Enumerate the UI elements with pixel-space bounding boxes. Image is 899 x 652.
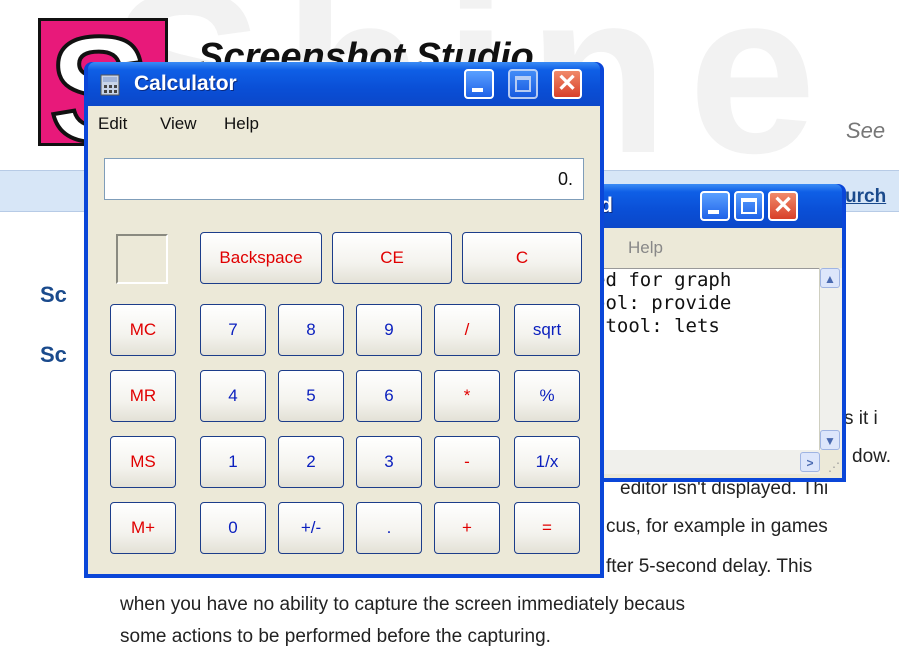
menu-edit[interactable]: Edit	[98, 114, 127, 134]
notepad-text-line: ed for graph	[594, 269, 732, 291]
digit-9-button[interactable]: 9	[356, 304, 422, 356]
notepad-vertical-scrollbar[interactable]: ▲ ▼	[819, 268, 842, 450]
memory-clear-button[interactable]: MC	[110, 304, 176, 356]
digit-5-button[interactable]: 5	[278, 370, 344, 422]
digit-1-button[interactable]: 1	[200, 436, 266, 488]
notepad-text-line: tool: lets	[594, 315, 720, 337]
site-tagline: See	[846, 118, 886, 143]
notepad-close-button[interactable]: ✕	[768, 191, 798, 221]
digit-7-button[interactable]: 7	[200, 304, 266, 356]
notepad-text-line: ool: provide	[594, 292, 732, 314]
maximize-icon	[741, 198, 757, 214]
clear-entry-button[interactable]: CE	[332, 232, 452, 284]
body-text-line: dow.	[852, 446, 892, 467]
close-icon: ✕	[556, 70, 578, 97]
notepad-text-area[interactable]: ed for graph ool: provide tool: lets	[594, 268, 820, 450]
memory-indicator	[116, 234, 168, 284]
memory-store-button[interactable]: MS	[110, 436, 176, 488]
digit-8-button[interactable]: 8	[278, 304, 344, 356]
close-icon: ✕	[772, 192, 794, 219]
notepad-menu-help[interactable]: Help	[628, 238, 663, 258]
clear-button[interactable]: C	[462, 232, 582, 284]
scroll-down-icon[interactable]: ▼	[820, 430, 840, 450]
reciprocal-button[interactable]: 1/x	[514, 436, 580, 488]
calculator-window: Calculator ✕ Edit View Help 0. Backspace…	[84, 62, 604, 578]
body-text-line: fter 5-second delay. This	[606, 556, 813, 577]
scroll-right-icon[interactable]: >	[800, 452, 820, 472]
calculator-maximize-button	[508, 69, 538, 99]
calculator-display: 0.	[104, 158, 584, 200]
digit-2-button[interactable]: 2	[278, 436, 344, 488]
notepad-minimize-button[interactable]	[700, 191, 730, 221]
section-heading[interactable]: Sc	[40, 342, 67, 368]
digit-0-button[interactable]: 0	[200, 502, 266, 554]
notepad-maximize-button[interactable]	[734, 191, 764, 221]
resize-grip-icon[interactable]: ⋰	[828, 460, 840, 474]
notepad-client: Help ed for graph ool: provide tool: lets…	[594, 228, 842, 478]
calculator-close-button[interactable]: ✕	[552, 69, 582, 99]
sign-toggle-button[interactable]: +/-	[278, 502, 344, 554]
body-text-line: some actions to be performed before the …	[120, 626, 551, 647]
digit-3-button[interactable]: 3	[356, 436, 422, 488]
equals-button[interactable]: =	[514, 502, 580, 554]
divide-button[interactable]: /	[434, 304, 500, 356]
minimize-icon	[708, 210, 719, 214]
nav-purchase-link[interactable]: urch	[845, 186, 886, 208]
notepad-window: d ✕ Help ed for graph ool: provide tool: …	[590, 184, 846, 482]
memory-add-button[interactable]: M+	[110, 502, 176, 554]
multiply-button[interactable]: *	[434, 370, 500, 422]
calculator-menubar: Edit View Help	[88, 106, 600, 140]
sqrt-button[interactable]: sqrt	[514, 304, 580, 356]
maximize-icon	[515, 76, 531, 92]
backspace-button[interactable]: Backspace	[200, 232, 322, 284]
section-heading[interactable]: Sc	[40, 282, 67, 308]
minimize-icon	[472, 88, 483, 92]
notepad-horizontal-scrollbar[interactable]: >	[594, 450, 820, 474]
digit-6-button[interactable]: 6	[356, 370, 422, 422]
calculator-title: Calculator	[134, 72, 237, 95]
menu-view[interactable]: View	[160, 114, 197, 134]
calculator-minimize-button[interactable]	[464, 69, 494, 99]
notepad-menubar: Help	[594, 228, 842, 266]
calculator-client: Edit View Help 0. Backspace CE C MC MR M…	[88, 106, 600, 574]
percent-button[interactable]: %	[514, 370, 580, 422]
calculator-titlebar[interactable]: Calculator ✕	[88, 62, 600, 106]
body-text-line: when you have no ability to capture the …	[120, 594, 686, 615]
add-button[interactable]: +	[434, 502, 500, 554]
body-text-line: s it i	[844, 408, 878, 429]
subtract-button[interactable]: -	[434, 436, 500, 488]
digit-4-button[interactable]: 4	[200, 370, 266, 422]
menu-help[interactable]: Help	[224, 114, 259, 134]
decimal-point-button[interactable]: .	[356, 502, 422, 554]
calculator-app-icon	[100, 74, 120, 96]
body-text-line: cus, for example in games	[606, 516, 828, 537]
scroll-up-icon[interactable]: ▲	[820, 268, 840, 288]
memory-recall-button[interactable]: MR	[110, 370, 176, 422]
notepad-titlebar[interactable]: d ✕	[594, 184, 842, 228]
